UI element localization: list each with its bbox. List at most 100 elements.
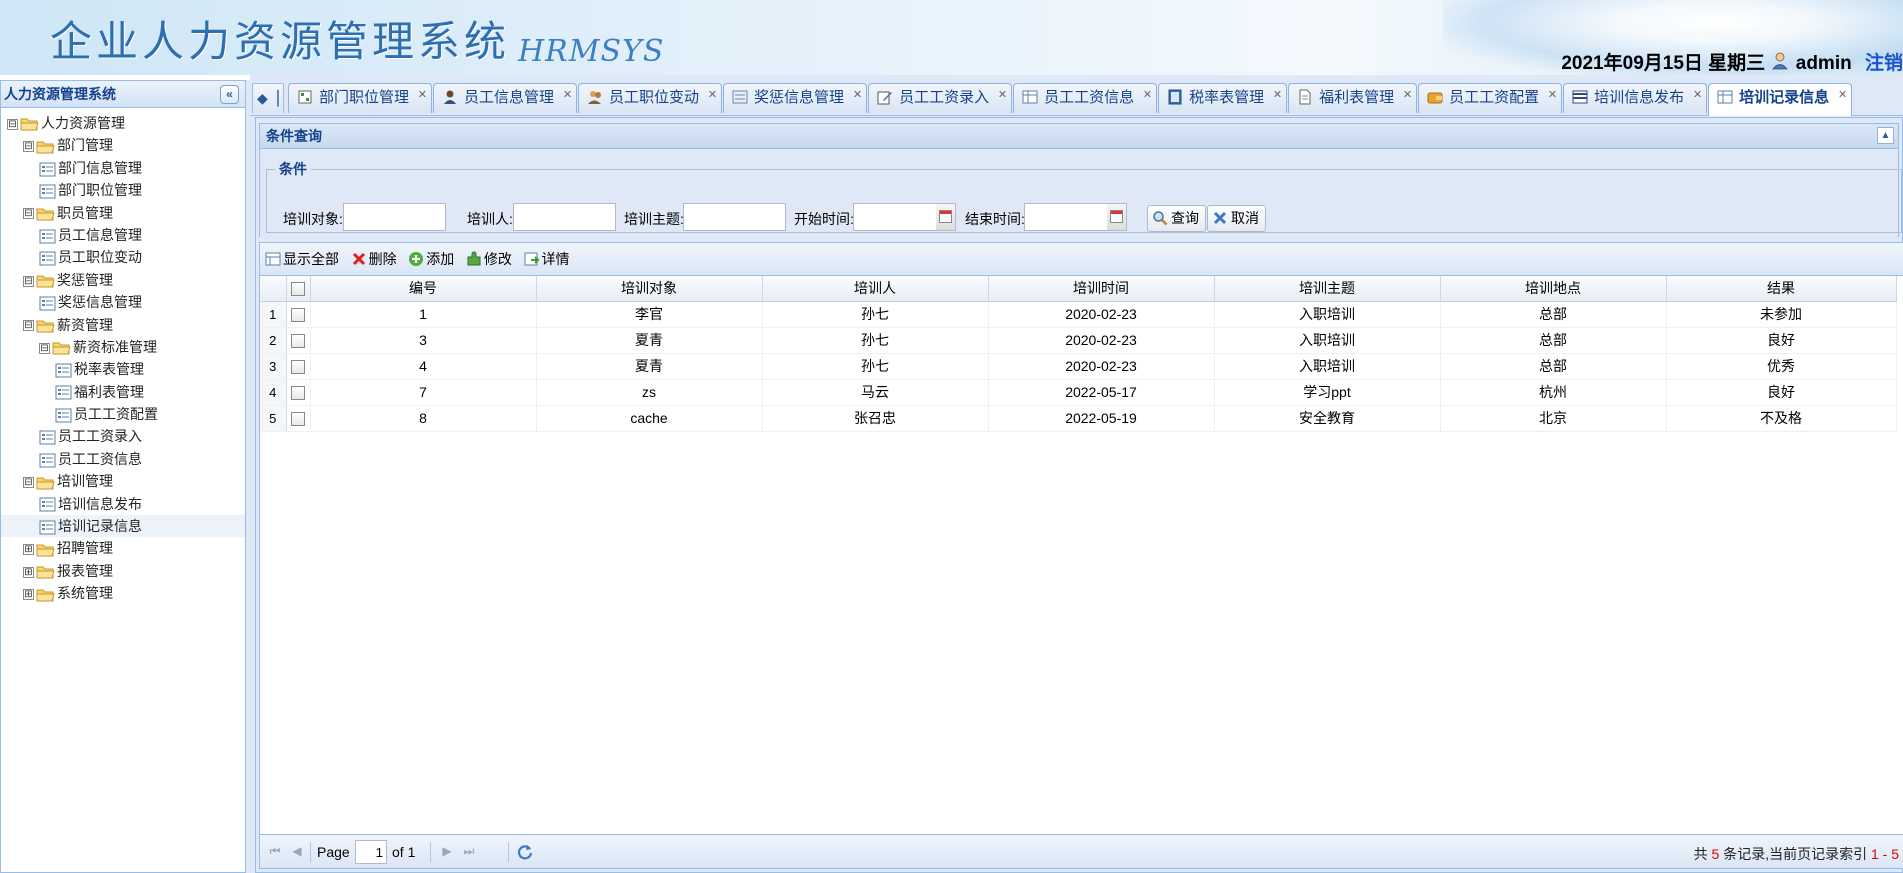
cancel-button[interactable]: 取消: [1207, 205, 1266, 232]
col-header-target[interactable]: 培训对象: [536, 276, 763, 302]
nav-tree-item[interactable]: 部门信息管理: [1, 157, 245, 179]
nav-tree-item[interactable]: 员工工资录入: [1, 425, 245, 447]
target-input[interactable]: [343, 203, 446, 231]
tab-6[interactable]: 员工工资信息 ✕: [1013, 81, 1158, 113]
row-checkbox[interactable]: [286, 405, 311, 432]
select-all-checkbox[interactable]: [286, 276, 311, 302]
close-tab-icon[interactable]: ✕: [1838, 81, 1847, 109]
close-tab-icon[interactable]: ✕: [853, 81, 862, 109]
row-checkbox[interactable]: [286, 379, 311, 406]
nav-tree-item[interactable]: ⊟ 奖惩管理: [1, 269, 245, 291]
tab-5[interactable]: 员工工资录入 ✕: [868, 81, 1013, 113]
collapse-node-icon[interactable]: ⊟: [23, 320, 34, 332]
nav-tree-item[interactable]: ⊞ 招聘管理: [1, 537, 245, 559]
add-button[interactable]: 添加: [408, 243, 454, 276]
tab-8[interactable]: 福利表管理 ✕: [1288, 81, 1418, 113]
end-calendar-icon[interactable]: [1107, 203, 1127, 231]
start-time-input[interactable]: [853, 203, 937, 231]
topic-input[interactable]: [683, 203, 786, 231]
collapse-node-icon[interactable]: ⊟: [23, 477, 34, 489]
row-checkbox[interactable]: [286, 353, 311, 380]
tab-10[interactable]: 培训信息发布 ✕: [1563, 81, 1708, 113]
nav-tree-item[interactable]: 福利表管理: [1, 381, 245, 403]
nav-tree-item[interactable]: 员工信息管理: [1, 224, 245, 246]
logout-link[interactable]: 注销: [1865, 53, 1903, 74]
table-row[interactable]: 1 1 李官 孙七 2020-02-23 入职培训 总部 未参加: [260, 301, 1897, 328]
tab-7[interactable]: 税率表管理 ✕: [1158, 81, 1288, 113]
close-tab-icon[interactable]: ✕: [1143, 81, 1152, 109]
trainer-input[interactable]: [513, 203, 616, 231]
close-tab-icon[interactable]: ✕: [1403, 81, 1412, 109]
close-tab-icon[interactable]: ✕: [998, 81, 1007, 109]
close-tab-icon[interactable]: ✕: [1273, 81, 1282, 109]
expand-node-icon[interactable]: ⊞: [23, 544, 34, 556]
close-tab-icon[interactable]: ✕: [1548, 81, 1557, 109]
collapse-node-icon[interactable]: ⊟: [23, 141, 34, 153]
nav-tree: ⊟ 人力资源管理 ⊟ 部门管理 部门信息管理 部门职位管理 ⊟ 职员管理 员工信息管理 员工职位变…: [1, 108, 245, 605]
nav-tree-item[interactable]: ⊟ 薪资管理: [1, 314, 245, 336]
first-page-icon[interactable]: ⏮: [268, 844, 282, 858]
next-page-icon[interactable]: ▶: [440, 844, 454, 858]
col-header-trainer[interactable]: 培训人: [762, 276, 989, 302]
close-tab-icon[interactable]: ✕: [1693, 81, 1702, 109]
nav-tree-item[interactable]: 培训信息发布: [1, 493, 245, 515]
nav-tree-item[interactable]: 员工工资信息: [1, 448, 245, 470]
search-button[interactable]: 查询: [1147, 205, 1206, 232]
nav-tree-item[interactable]: ⊟ 培训管理: [1, 470, 245, 492]
nav-tree-item[interactable]: ⊟ 职员管理: [1, 202, 245, 224]
nav-tree-item[interactable]: 税率表管理: [1, 358, 245, 380]
collapse-node-icon[interactable]: ⊟: [39, 342, 50, 354]
nav-tree-item[interactable]: 员工职位变动: [1, 246, 245, 268]
col-header-topic[interactable]: 培训主题: [1214, 276, 1441, 302]
start-calendar-icon[interactable]: [936, 203, 956, 231]
prev-page-icon[interactable]: ◀: [290, 844, 304, 858]
table-row[interactable]: 3 4 夏青 孙七 2020-02-23 入职培训 总部 优秀: [260, 353, 1897, 380]
cell-id: 3: [310, 327, 537, 354]
collapse-node-icon[interactable]: ⊟: [23, 275, 34, 287]
row-checkbox[interactable]: [286, 327, 311, 354]
nav-tree-item[interactable]: ⊟ 人力资源管理: [1, 112, 245, 134]
cell-place: 总部: [1440, 301, 1667, 328]
tab-3[interactable]: 员工职位变动 ✕: [578, 81, 723, 113]
wallet-icon: [1427, 92, 1443, 104]
close-tab-icon[interactable]: ✕: [418, 81, 427, 109]
detail-button[interactable]: 详情: [524, 243, 570, 276]
nav-tree-item[interactable]: ⊞ 报表管理: [1, 560, 245, 582]
close-tab-icon[interactable]: ✕: [563, 81, 572, 109]
col-header-place[interactable]: 培训地点: [1440, 276, 1667, 302]
collapse-query-icon[interactable]: ▲: [1877, 127, 1894, 144]
col-header-result[interactable]: 结果: [1666, 276, 1897, 302]
col-header-time[interactable]: 培训时间: [988, 276, 1215, 302]
tab-4[interactable]: 奖惩信息管理 ✕: [723, 81, 868, 113]
tab-scroll-left-icon[interactable]: ◆▕: [252, 83, 284, 113]
table-row[interactable]: 5 8 cache 张召忠 2022-05-19 安全教育 北京 不及格: [260, 405, 1897, 432]
table-row[interactable]: 2 3 夏青 孙七 2020-02-23 入职培训 总部 良好: [260, 327, 1897, 354]
show-all-button[interactable]: 显示全部: [265, 243, 339, 276]
nav-tree-item[interactable]: 奖惩信息管理: [1, 291, 245, 313]
tab-9[interactable]: 员工工资配置 ✕: [1418, 81, 1563, 113]
nav-tree-item[interactable]: ⊞ 系统管理: [1, 582, 245, 604]
tab-2[interactable]: 员工信息管理 ✕: [433, 81, 578, 113]
collapse-panel-icon[interactable]: «: [220, 85, 239, 104]
tab-1[interactable]: 部门职位管理 ✕: [288, 81, 433, 113]
expand-node-icon[interactable]: ⊞: [23, 589, 34, 600]
refresh-icon[interactable]: [516, 843, 534, 861]
nav-tree-item[interactable]: 部门职位管理: [1, 179, 245, 201]
row-checkbox[interactable]: [286, 301, 311, 328]
close-tab-icon[interactable]: ✕: [708, 81, 717, 109]
nav-tree-item[interactable]: 培训记录信息: [1, 515, 245, 538]
col-header-id[interactable]: 编号: [310, 276, 537, 302]
nav-tree-item[interactable]: ⊟ 部门管理: [1, 134, 245, 156]
expand-node-icon[interactable]: ⊞: [23, 566, 34, 578]
tab-11[interactable]: 培训记录信息 ✕: [1708, 81, 1853, 116]
end-time-input[interactable]: [1024, 203, 1108, 231]
delete-button[interactable]: 删除: [351, 243, 397, 276]
table-row[interactable]: 4 7 zs 马云 2022-05-17 学习ppt 杭州 良好: [260, 379, 1897, 406]
edit-button[interactable]: 修改: [466, 243, 512, 276]
page-number-input[interactable]: [355, 840, 387, 864]
nav-tree-item[interactable]: 员工工资配置: [1, 403, 245, 425]
collapse-node-icon[interactable]: ⊟: [23, 208, 34, 220]
collapse-node-icon[interactable]: ⊟: [7, 118, 18, 130]
nav-tree-item[interactable]: ⊟ 薪资标准管理: [1, 336, 245, 358]
last-page-icon[interactable]: ⏭: [462, 844, 476, 858]
